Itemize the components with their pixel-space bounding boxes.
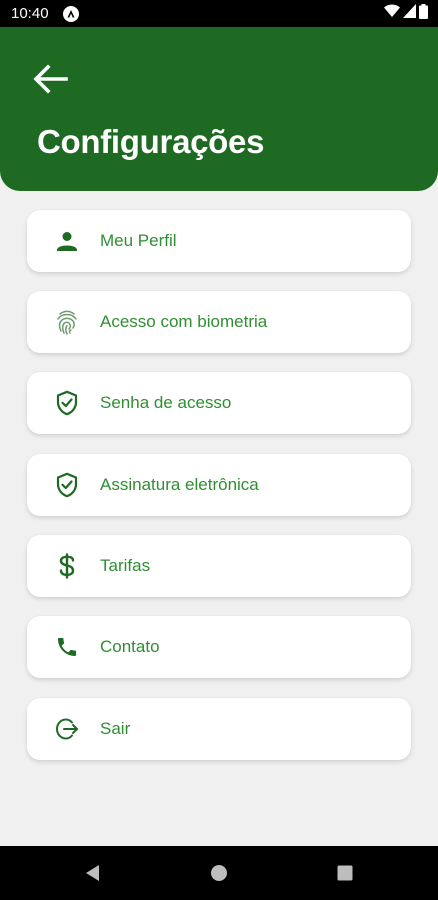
menu-item-tarifas[interactable]: Tarifas: [27, 535, 411, 597]
menu-item-label: Assinatura eletrônica: [100, 475, 259, 494]
battery-icon: [419, 3, 428, 24]
status-bar: 10:40: [0, 0, 438, 27]
fingerprint-icon: [51, 306, 83, 338]
wifi-icon: [384, 4, 400, 23]
back-triangle-icon[interactable]: [80, 860, 106, 886]
app-header: Configurações: [0, 27, 438, 191]
system-nav-bar: [0, 846, 438, 900]
arrow-left-icon: [33, 64, 68, 94]
menu-item-sair[interactable]: Sair: [27, 698, 411, 760]
shield-check-icon: [51, 469, 83, 501]
phone-icon: [51, 631, 83, 663]
cellular-signal-icon: [403, 4, 416, 23]
home-circle-icon[interactable]: [206, 860, 232, 886]
menu-item-senha-acesso[interactable]: Senha de acesso: [27, 372, 411, 434]
menu-item-label: Contato: [100, 637, 160, 656]
menu-item-label: Sair: [100, 719, 131, 738]
shield-check-icon: [51, 387, 83, 419]
menu-item-meu-perfil[interactable]: Meu Perfil: [27, 210, 411, 272]
menu-item-label: Meu Perfil: [100, 231, 177, 250]
menu-item-acesso-biometria[interactable]: Acesso com biometria: [27, 291, 411, 353]
app-notification-icon: [62, 5, 79, 22]
dollar-icon: [51, 550, 83, 582]
menu-item-contato[interactable]: Contato: [27, 616, 411, 678]
page-title: Configurações: [37, 123, 265, 160]
menu-item-label: Senha de acesso: [100, 393, 232, 412]
menu-item-assinatura-eletronica[interactable]: Assinatura eletrônica: [27, 454, 411, 516]
logout-icon: [51, 713, 83, 745]
recents-square-icon[interactable]: [332, 860, 358, 886]
menu-item-label: Acesso com biometria: [100, 312, 268, 331]
status-time: 10:40: [11, 5, 49, 22]
person-icon: [51, 225, 83, 257]
back-button[interactable]: [30, 59, 70, 99]
menu-item-label: Tarifas: [100, 556, 151, 575]
